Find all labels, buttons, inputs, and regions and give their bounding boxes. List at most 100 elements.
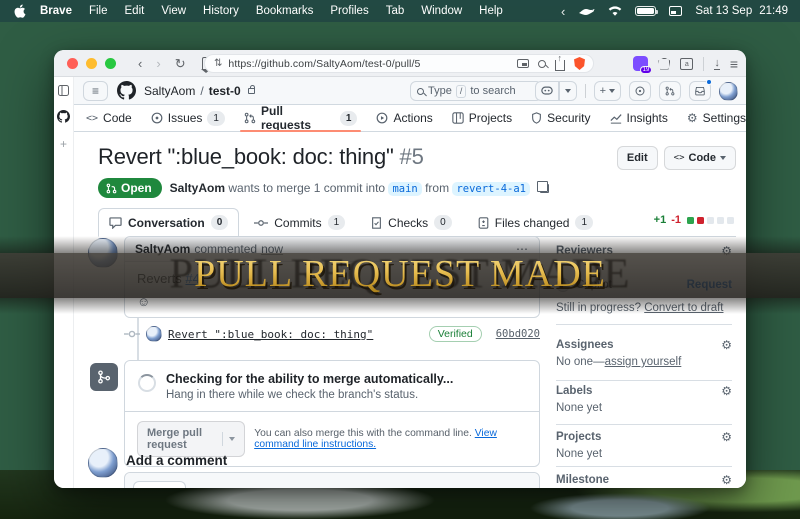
edit-button[interactable]: Edit bbox=[617, 146, 658, 170]
add-reaction-icon[interactable]: ☺ bbox=[137, 294, 150, 309]
new-tab-icon[interactable]: + bbox=[60, 137, 67, 151]
menu-item-view[interactable]: View bbox=[161, 5, 186, 17]
tab-code[interactable]: <> Code bbox=[86, 105, 132, 132]
copilot-button[interactable] bbox=[535, 81, 559, 101]
tab-actions[interactable]: Actions bbox=[376, 105, 432, 132]
tab-conversation[interactable]: Conversation 0 bbox=[98, 208, 239, 237]
share-icon[interactable] bbox=[555, 60, 565, 71]
menu-bar-clock[interactable]: Sat 13 Sep 21:49 bbox=[695, 5, 788, 17]
comment-timestamp[interactable]: now bbox=[261, 242, 283, 256]
downloads-icon[interactable]: ↓ bbox=[714, 58, 720, 70]
reviewers-gear-icon[interactable]: ⚙ bbox=[721, 244, 732, 258]
browser-menu-icon[interactable]: ≡ bbox=[730, 56, 738, 72]
copy-branch-icon[interactable] bbox=[540, 184, 549, 193]
reverted-pr-link[interactable]: #4 bbox=[185, 271, 199, 286]
projects-title: Projects bbox=[556, 431, 601, 443]
assign-yourself-link[interactable]: assign yourself bbox=[605, 356, 682, 368]
menu-item-tab[interactable]: Tab bbox=[386, 5, 405, 17]
merge-options-caret-icon[interactable] bbox=[229, 437, 235, 441]
window-close-button[interactable] bbox=[67, 58, 78, 69]
zoom-icon[interactable] bbox=[538, 60, 546, 68]
inbox-button[interactable] bbox=[689, 81, 711, 101]
comment-kebab-icon[interactable]: ⋯ bbox=[516, 242, 529, 256]
tab-projects[interactable]: Projects bbox=[452, 105, 512, 132]
labels-title: Labels bbox=[556, 385, 592, 397]
tab-commits[interactable]: Commits 1 bbox=[243, 208, 356, 237]
reload-button[interactable]: ↻ bbox=[175, 57, 186, 70]
back-button[interactable]: ‹ bbox=[138, 57, 142, 70]
commit-message-link[interactable]: Revert ":blue_book: doc: thing" bbox=[168, 328, 373, 341]
menu-item-edit[interactable]: Edit bbox=[125, 5, 145, 17]
github-pinned-tab-icon[interactable] bbox=[57, 110, 70, 123]
battery-icon[interactable] bbox=[635, 6, 656, 16]
menu-item-file[interactable]: File bbox=[89, 5, 108, 17]
search-placeholder-suffix: to search bbox=[470, 85, 515, 97]
assignees-gear-icon[interactable]: ⚙ bbox=[721, 338, 732, 352]
window-minimize-button[interactable] bbox=[86, 58, 97, 69]
panel-icon[interactable] bbox=[58, 85, 69, 96]
menu-bar-date: Sat 13 Sep bbox=[695, 5, 752, 17]
security-shield-icon bbox=[531, 112, 542, 124]
user-avatar[interactable] bbox=[719, 82, 738, 101]
labels-gear-icon[interactable]: ⚙ bbox=[721, 384, 732, 398]
pull-request-icon bbox=[244, 112, 256, 124]
window-zoom-button[interactable] bbox=[105, 58, 116, 69]
deletions: -1 bbox=[671, 214, 681, 226]
copilot-dropdown-button[interactable] bbox=[559, 81, 577, 101]
tab-checks[interactable]: Checks 0 bbox=[360, 208, 463, 237]
projects-gear-icon[interactable]: ⚙ bbox=[721, 430, 732, 444]
menu-item-window[interactable]: Window bbox=[421, 5, 462, 17]
tab-security[interactable]: Security bbox=[531, 105, 590, 132]
write-tab[interactable]: Write bbox=[133, 481, 186, 488]
github-logo-icon[interactable] bbox=[117, 81, 136, 100]
current-user-avatar[interactable] bbox=[88, 448, 118, 478]
tab-settings[interactable]: ⚙ Settings bbox=[687, 105, 746, 132]
commit-sha-link[interactable]: 60bd020 bbox=[496, 328, 540, 340]
animal-status-icon[interactable] bbox=[578, 6, 595, 16]
menu-item-history[interactable]: History bbox=[203, 5, 239, 17]
create-new-button[interactable]: + bbox=[594, 81, 621, 101]
milestone-gear-icon[interactable]: ⚙ bbox=[721, 473, 732, 487]
tab-issues[interactable]: Issues 1 bbox=[151, 105, 225, 132]
head-branch-chip[interactable]: revert-4-a1 bbox=[452, 182, 530, 196]
commits-count: 1 bbox=[328, 215, 346, 230]
apple-icon[interactable] bbox=[14, 4, 26, 18]
tab-files-changed[interactable]: Files changed 1 bbox=[467, 208, 604, 237]
merge-pull-request-button[interactable]: Merge pull request bbox=[137, 421, 245, 457]
convert-to-draft-link[interactable]: Convert to draft bbox=[644, 302, 723, 314]
brave-shield-icon[interactable] bbox=[574, 57, 585, 70]
reader-sidebar-icon[interactable]: a bbox=[680, 58, 693, 70]
site-info-icon[interactable]: ⇅ bbox=[214, 58, 222, 69]
commit-author-avatar[interactable] bbox=[146, 326, 162, 342]
pr-author[interactable]: SaltyAom bbox=[170, 181, 225, 195]
preview-tab[interactable]: Preview bbox=[188, 482, 253, 488]
reviewer-name[interactable]: Copilot bbox=[576, 279, 612, 291]
screen-mirroring-icon[interactable] bbox=[669, 6, 682, 16]
comment-author[interactable]: SaltyAom bbox=[135, 242, 190, 256]
base-branch-chip[interactable]: main bbox=[388, 182, 421, 196]
menu-item-help[interactable]: Help bbox=[479, 5, 503, 17]
verified-badge[interactable]: Verified bbox=[429, 326, 482, 342]
comment-editor[interactable]: Write Preview ☺ H B I „ <> ∞ ≡ ≔ ☑ @ bbox=[124, 472, 540, 488]
address-bar[interactable]: ⇅ https://github.com/SaltyAom/test-0/pul… bbox=[204, 54, 594, 73]
menu-item-bookmarks[interactable]: Bookmarks bbox=[256, 5, 314, 17]
global-nav-menu-icon[interactable]: ≡ bbox=[83, 81, 108, 101]
menu-item-profiles[interactable]: Profiles bbox=[330, 5, 368, 17]
request-review-button[interactable]: Request bbox=[687, 279, 732, 291]
tab-insights[interactable]: Insights bbox=[610, 105, 668, 132]
comment-author-avatar[interactable] bbox=[88, 238, 118, 268]
search-input[interactable]: Type / to search bbox=[410, 81, 542, 101]
tab-pull-requests[interactable]: Pull requests 1 bbox=[244, 105, 357, 132]
brave-rewards-icon[interactable] bbox=[658, 58, 670, 70]
breadcrumb-repo[interactable]: test-0 bbox=[209, 84, 241, 98]
wifi-icon[interactable] bbox=[608, 6, 622, 17]
issues-header-icon[interactable] bbox=[629, 81, 651, 101]
forward-button[interactable]: › bbox=[156, 57, 160, 70]
pull-requests-header-icon[interactable] bbox=[659, 81, 681, 101]
breadcrumb-owner[interactable]: SaltyAom bbox=[144, 84, 195, 98]
menu-item-brave[interactable]: Brave bbox=[40, 5, 72, 17]
extension-icon[interactable]: 19 bbox=[633, 56, 648, 71]
code-button[interactable]: <> Code bbox=[664, 146, 736, 170]
reading-mode-icon[interactable] bbox=[517, 59, 529, 68]
menu-extras-chevron-icon[interactable]: ‹ bbox=[561, 4, 565, 19]
